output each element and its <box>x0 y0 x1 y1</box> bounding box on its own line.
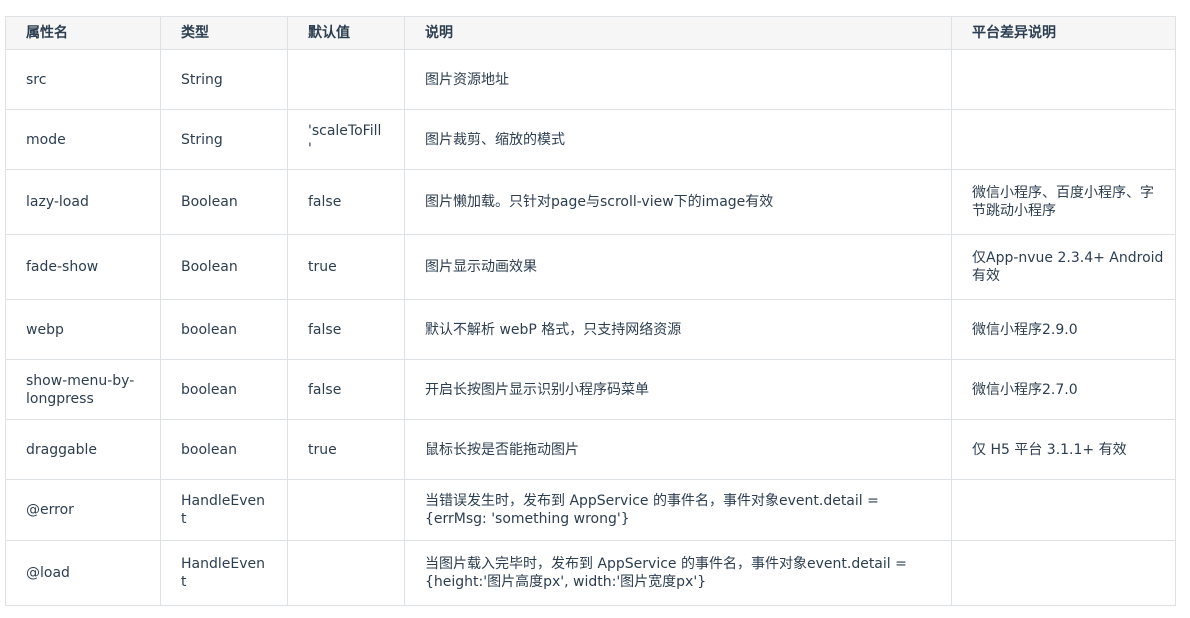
cell-default: true <box>287 419 405 480</box>
header-type: 类型 <box>160 16 288 50</box>
table-row: src String 图片资源地址 <box>5 49 1176 110</box>
cell-platform <box>951 540 1176 606</box>
header-row: 属性名 类型 默认值 说明 平台差异说明 <box>5 16 1176 50</box>
cell-default <box>287 479 405 541</box>
table-row: show-menu-by-longpress boolean false 开启长… <box>5 359 1176 420</box>
cell-type: String <box>160 109 288 170</box>
image-props-table: 属性名 类型 默认值 说明 平台差异说明 src String 图片资源地址 m… <box>5 16 1176 606</box>
cell-name: lazy-load <box>5 169 161 235</box>
cell-platform <box>951 49 1176 110</box>
cell-description: 图片显示动画效果 <box>404 234 952 300</box>
cell-name: @load <box>5 540 161 606</box>
header-platform-notes: 平台差异说明 <box>951 16 1176 50</box>
cell-default: false <box>287 359 405 420</box>
cell-type: boolean <box>160 359 288 420</box>
cell-name: src <box>5 49 161 110</box>
cell-description: 开启长按图片显示识别小程序码菜单 <box>404 359 952 420</box>
table-row: webp boolean false 默认不解析 webP 格式，只支持网络资源… <box>5 299 1176 360</box>
table-row: lazy-load Boolean false 图片懒加载。只针对page与sc… <box>5 169 1176 235</box>
cell-platform: 微信小程序、百度小程序、字节跳动小程序 <box>951 169 1176 235</box>
cell-default: false <box>287 169 405 235</box>
cell-name: show-menu-by-longpress <box>5 359 161 420</box>
cell-default <box>287 49 405 110</box>
table-row: draggable boolean true 鼠标长按是否能拖动图片 仅 H5 … <box>5 419 1176 480</box>
header-default: 默认值 <box>287 16 405 50</box>
header-description: 说明 <box>404 16 952 50</box>
cell-description: 图片资源地址 <box>404 49 952 110</box>
cell-default <box>287 540 405 606</box>
header-name: 属性名 <box>5 16 161 50</box>
cell-name: mode <box>5 109 161 170</box>
cell-type: Boolean <box>160 169 288 235</box>
cell-type: HandleEvent <box>160 540 288 606</box>
cell-description: 当错误发生时，发布到 AppService 的事件名，事件对象event.det… <box>404 479 952 541</box>
cell-type: HandleEvent <box>160 479 288 541</box>
cell-platform: 仅 H5 平台 3.1.1+ 有效 <box>951 419 1176 480</box>
cell-name: @error <box>5 479 161 541</box>
cell-description: 默认不解析 webP 格式，只支持网络资源 <box>404 299 952 360</box>
cell-type: String <box>160 49 288 110</box>
table-row: mode String 'scaleToFill' 图片裁剪、缩放的模式 <box>5 109 1176 170</box>
cell-default: true <box>287 234 405 300</box>
cell-default: 'scaleToFill' <box>287 109 405 170</box>
cell-description: 鼠标长按是否能拖动图片 <box>404 419 952 480</box>
table-row: @load HandleEvent 当图片载入完毕时，发布到 AppServic… <box>5 540 1176 606</box>
cell-description: 图片懒加载。只针对page与scroll-view下的image有效 <box>404 169 952 235</box>
cell-platform <box>951 479 1176 541</box>
cell-description: 图片裁剪、缩放的模式 <box>404 109 952 170</box>
cell-platform: 微信小程序2.7.0 <box>951 359 1176 420</box>
cell-type: Boolean <box>160 234 288 300</box>
cell-type: boolean <box>160 299 288 360</box>
cell-platform: 微信小程序2.9.0 <box>951 299 1176 360</box>
cell-name: fade-show <box>5 234 161 300</box>
table-header: 属性名 类型 默认值 说明 平台差异说明 <box>5 16 1176 50</box>
table-body: src String 图片资源地址 mode String 'scaleToFi… <box>5 49 1176 606</box>
cell-platform <box>951 109 1176 170</box>
table-row: fade-show Boolean true 图片显示动画效果 仅App-nvu… <box>5 234 1176 300</box>
cell-platform: 仅App-nvue 2.3.4+ Android有效 <box>951 234 1176 300</box>
cell-description: 当图片载入完毕时，发布到 AppService 的事件名，事件对象event.d… <box>404 540 952 606</box>
table-row: @error HandleEvent 当错误发生时，发布到 AppService… <box>5 479 1176 541</box>
cell-name: webp <box>5 299 161 360</box>
cell-default: false <box>287 299 405 360</box>
cell-type: boolean <box>160 419 288 480</box>
cell-name: draggable <box>5 419 161 480</box>
props-table-wrapper: 属性名 类型 默认值 说明 平台差异说明 src String 图片资源地址 m… <box>5 16 1176 606</box>
